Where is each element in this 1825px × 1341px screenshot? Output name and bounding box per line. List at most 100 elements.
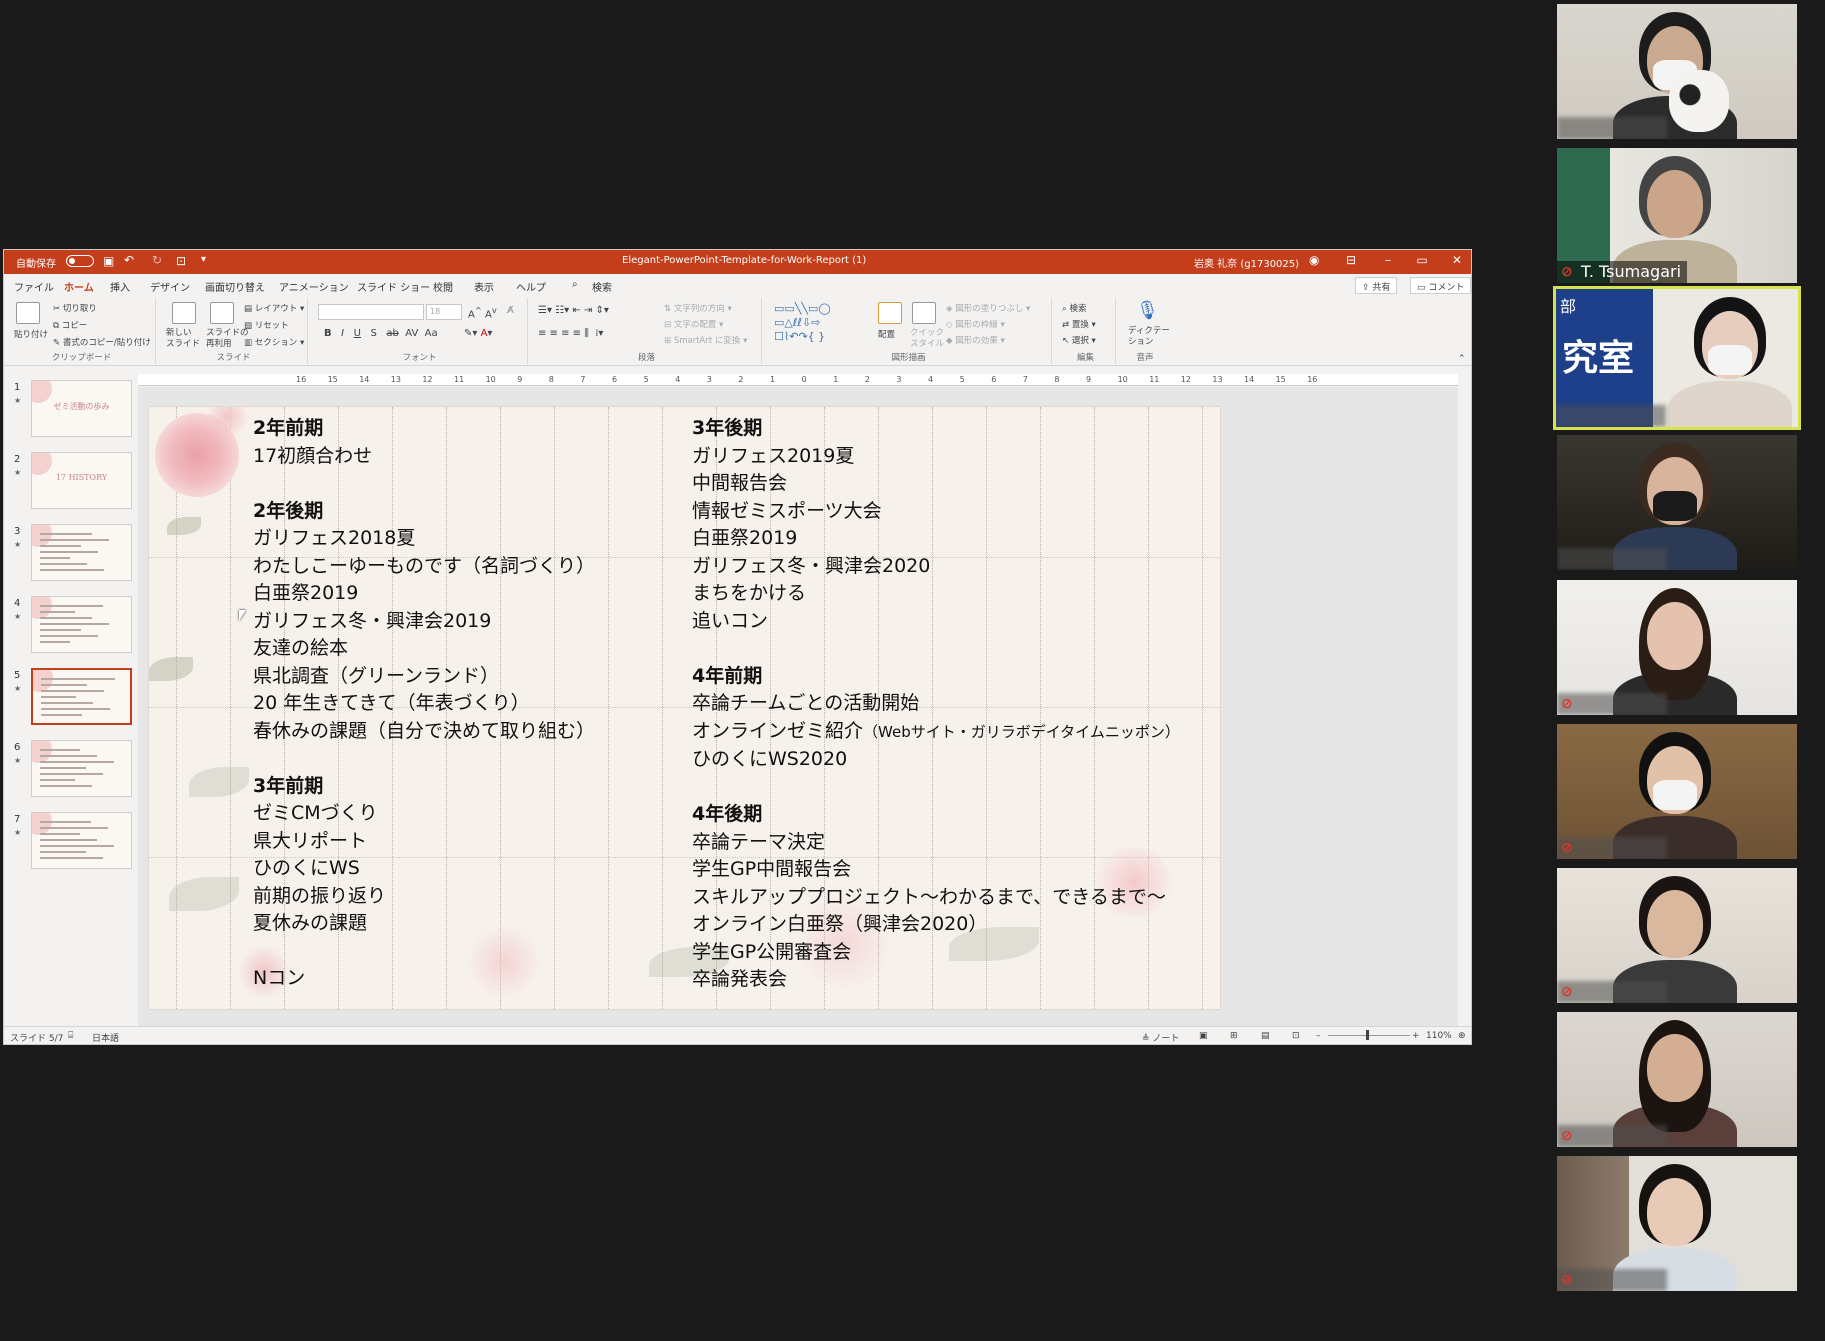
maximize-icon[interactable]: ▭ — [1405, 253, 1439, 267]
copy-button[interactable]: ⧉ コピー — [53, 319, 87, 331]
tab-design[interactable]: デザイン — [150, 279, 190, 294]
microphone-icon[interactable]: 🎙 — [1136, 300, 1159, 321]
participant-tile[interactable]: ⊘ — [1557, 1156, 1797, 1291]
layout-button[interactable]: ▤ レイアウト ▾ — [244, 302, 304, 314]
collapse-ribbon-icon[interactable]: ⌃ — [1458, 354, 1466, 364]
slide-thumbnail-row[interactable]: 3 ★ — [4, 524, 139, 594]
reuse-slides-label[interactable]: スライドの 再利用 — [206, 328, 249, 350]
section-button[interactable]: ▥ セクション ▾ — [244, 336, 304, 348]
shape-fill-button[interactable]: ◈ 図形の塗りつぶし ▾ — [946, 302, 1030, 314]
font-style-buttons[interactable]: B I U S ab AV Aa — [324, 328, 438, 339]
format-painter-button[interactable]: ✎ 書式のコピー/貼り付け — [53, 336, 151, 348]
normal-view-icon[interactable]: ▣ — [1199, 1031, 1208, 1041]
select-button[interactable]: ↖ 選択 ▾ — [1062, 334, 1096, 346]
tab-view[interactable]: 表示 — [474, 279, 494, 294]
slide-thumbnail-row[interactable]: 5 ★ — [4, 668, 139, 738]
shape-outline-button[interactable]: ◇ 図形の枠線 ▾ — [946, 318, 1005, 330]
align-text-button[interactable]: ⊟ 文字の配置 ▾ — [664, 318, 723, 330]
tab-slideshow[interactable]: スライド ショー — [357, 279, 430, 294]
slide-thumbnail[interactable] — [31, 740, 132, 797]
slide-thumbnail[interactable] — [31, 812, 132, 869]
close-icon[interactable]: ✕ — [1440, 253, 1471, 267]
zoom-level[interactable]: 110% — [1426, 1031, 1452, 1041]
smartart-button[interactable]: ⊞ SmartArt に変換 ▾ — [664, 334, 747, 346]
accessibility-icon[interactable]: ⌸ — [68, 1031, 73, 1041]
align-icons[interactable]: ≡ ≡ ≡ ≡ ⫼ ⁞▾ — [538, 328, 603, 339]
font-size-field[interactable]: 18 — [426, 304, 462, 320]
paste-label[interactable]: 貼り付け — [14, 328, 48, 340]
participant-tile[interactable]: ⊘ — [1557, 868, 1797, 1003]
tab-animations[interactable]: アニメーション — [279, 279, 349, 294]
text-direction-button[interactable]: ⇅ 文字列の方向 ▾ — [664, 302, 732, 314]
share-button[interactable]: ⇪ 共有 — [1355, 277, 1398, 294]
autosave-toggle[interactable] — [63, 255, 94, 267]
qat-more-icon[interactable]: ▾ — [201, 254, 206, 265]
zoom-in-icon[interactable]: + — [1412, 1031, 1420, 1041]
ribbon-display-icon[interactable]: ⊟ — [1346, 253, 1356, 267]
shapes-gallery-icon[interactable]: ▭▭╲╲▭◯ ▭△ℓℓ⇩⇨ ☐⌇↶↷{ } — [774, 302, 831, 344]
arrange-icon[interactable] — [878, 302, 902, 324]
reset-button[interactable]: ▧ リセット — [244, 319, 289, 331]
slide-right-column[interactable]: 3年後期 ガリフェス2019夏 中間報告会 情報ゼミスポーツ大会 白亜祭2019 ガリフェ… — [692, 415, 1180, 994]
zoom-slider[interactable] — [1328, 1035, 1410, 1036]
participant-tile[interactable]: 究室部 — [1553, 286, 1801, 430]
slide-thumbnail[interactable]: 17 HISTORY — [31, 452, 132, 509]
grow-font-icon[interactable]: A^ Av — [468, 305, 497, 320]
participant-tile[interactable]: ⊘ — [1557, 1012, 1797, 1147]
slide-thumbnail[interactable] — [31, 524, 132, 581]
slide-thumbnail-row[interactable]: 7 ★ — [4, 812, 139, 882]
slide-thumbnail[interactable] — [31, 668, 132, 725]
find-button[interactable]: ⌕ 検索 — [1062, 302, 1086, 314]
reuse-slides-icon[interactable] — [210, 302, 234, 324]
participant-tile[interactable]: T. Tsumagari ⊘ — [1557, 148, 1797, 283]
slide-canvas[interactable]: 2年前期 17初顔合わせ 2年後期 ガリフェス2018夏 わたしこーゆーものです（名詞づ… — [148, 406, 1221, 1010]
font-name-field[interactable] — [318, 304, 424, 320]
undo-icon[interactable]: ↶ — [124, 253, 134, 267]
cut-button[interactable]: ✂ 切り取り — [53, 302, 97, 314]
account-icon[interactable]: ◉ — [1309, 253, 1319, 267]
user-name[interactable]: 岩奥 礼奈 (g1730025) — [1194, 255, 1299, 270]
participant-tile[interactable]: ⊘ — [1557, 580, 1797, 715]
slide-sorter-icon[interactable]: ⊞ — [1230, 1031, 1238, 1041]
quick-styles-label[interactable]: クイック スタイル — [910, 328, 944, 350]
notes-button[interactable]: ≜ ノート — [1142, 1031, 1179, 1044]
quick-styles-icon[interactable] — [912, 302, 936, 324]
list-icons[interactable]: ☰▾ ☷▾ ⇤ ⇥ ⇕▾ — [538, 305, 609, 316]
fit-slide-icon[interactable]: ⊕ — [1458, 1031, 1466, 1041]
search-icon[interactable]: ⌕ — [572, 279, 578, 290]
tab-transitions[interactable]: 画面切り替え — [205, 279, 265, 294]
highlight-icon[interactable]: ✎▾ A▾ — [464, 328, 492, 339]
slide-thumbnail[interactable] — [31, 596, 132, 653]
arrange-label[interactable]: 配置 — [878, 328, 895, 340]
dictate-label[interactable]: ディクテー ション — [1128, 326, 1170, 348]
slide-thumbnail-row[interactable]: 4 ★ — [4, 596, 139, 666]
tab-insert[interactable]: 挿入 — [110, 279, 130, 294]
slideshow-view-icon[interactable]: ⊡ — [1292, 1031, 1300, 1041]
shape-effects-button[interactable]: ◆ 図形の効果 ▾ — [946, 334, 1005, 346]
slide-thumbnail[interactable]: ゼミ活動の歩み — [31, 380, 132, 437]
replace-button[interactable]: ⇄ 置換 ▾ — [1062, 318, 1096, 330]
reading-view-icon[interactable]: ▤ — [1261, 1031, 1270, 1041]
new-slide-icon[interactable] — [172, 302, 196, 324]
zoom-slider-thumb[interactable] — [1366, 1030, 1369, 1040]
zoom-out-icon[interactable]: – — [1316, 1031, 1321, 1041]
language-indicator[interactable]: 日本語 — [92, 1031, 119, 1044]
new-slide-label[interactable]: 新しい スライド — [166, 328, 200, 350]
participant-tile[interactable] — [1557, 435, 1797, 570]
search-label[interactable]: 検索 — [592, 279, 612, 294]
clear-format-icon[interactable]: A̸ — [507, 305, 514, 316]
slide-thumbnail-row[interactable]: 6 ★ — [4, 740, 139, 810]
save-icon[interactable]: ▣ — [103, 254, 114, 268]
redo-icon[interactable]: ↻ — [152, 253, 162, 267]
participant-tile[interactable]: ⊘ — [1557, 724, 1797, 859]
tab-review[interactable]: 校閲 — [433, 279, 453, 294]
slide-thumbnail-row[interactable]: 2 ★ 17 HISTORY — [4, 452, 139, 522]
slide-thumbnail-row[interactable]: 1 ★ ゼミ活動の歩み — [4, 380, 139, 450]
paste-icon[interactable] — [16, 302, 40, 324]
tab-help[interactable]: ヘルプ — [516, 279, 546, 294]
presenter-icon[interactable]: ⊡ — [176, 254, 186, 268]
slide-left-column[interactable]: 2年前期 17初顔合わせ 2年後期 ガリフェス2018夏 わたしこーゆーものです（名詞づ… — [253, 415, 595, 993]
comment-button[interactable]: ▭ コメント — [1410, 277, 1471, 294]
minimize-icon[interactable]: – — [1371, 253, 1405, 267]
participant-tile[interactable] — [1557, 4, 1797, 139]
